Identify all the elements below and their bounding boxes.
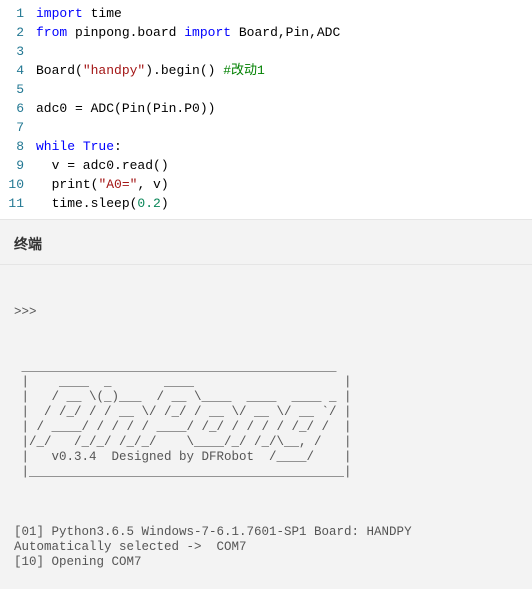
code-line[interactable]: while True: bbox=[36, 137, 532, 156]
line-number: 9 bbox=[0, 156, 24, 175]
line-number: 4 bbox=[0, 61, 24, 80]
code-line[interactable] bbox=[36, 118, 532, 137]
line-number: 2 bbox=[0, 23, 24, 42]
line-number: 3 bbox=[0, 42, 24, 61]
line-number: 7 bbox=[0, 118, 24, 137]
line-number: 5 bbox=[0, 80, 24, 99]
code-area[interactable]: import timefrom pinpong.board import Boa… bbox=[36, 4, 532, 213]
code-line[interactable]: v = adc0.read() bbox=[36, 156, 532, 175]
line-number: 8 bbox=[0, 137, 24, 156]
line-number: 1 bbox=[0, 4, 24, 23]
code-line[interactable]: time.sleep(0.2) bbox=[36, 194, 532, 213]
code-line[interactable] bbox=[36, 42, 532, 61]
code-editor[interactable]: 1234567891011 import timefrom pinpong.bo… bbox=[0, 0, 532, 213]
code-line[interactable] bbox=[36, 80, 532, 99]
code-line[interactable]: Board("handpy").begin() #改动1 bbox=[36, 61, 532, 80]
terminal-output[interactable]: >>> ____________________________________… bbox=[0, 265, 532, 589]
code-line[interactable]: import time bbox=[36, 4, 532, 23]
line-number: 10 bbox=[0, 175, 24, 194]
terminal-tab-title[interactable]: 终端 bbox=[14, 236, 42, 252]
terminal-header: 终端 bbox=[0, 225, 532, 265]
terminal-prompt: >>> bbox=[14, 305, 518, 320]
terminal-log: [01] Python3.6.5 Windows-7-6.1.7601-SP1 … bbox=[14, 510, 518, 570]
line-number-gutter: 1234567891011 bbox=[0, 4, 36, 213]
line-number: 6 bbox=[0, 99, 24, 118]
code-line[interactable]: print("A0=", v) bbox=[36, 175, 532, 194]
code-line[interactable]: from pinpong.board import Board,Pin,ADC bbox=[36, 23, 532, 42]
line-number: 11 bbox=[0, 194, 24, 213]
code-line[interactable]: adc0 = ADC(Pin(Pin.P0)) bbox=[36, 99, 532, 118]
terminal-ascii-banner: ________________________________________… bbox=[14, 360, 518, 480]
